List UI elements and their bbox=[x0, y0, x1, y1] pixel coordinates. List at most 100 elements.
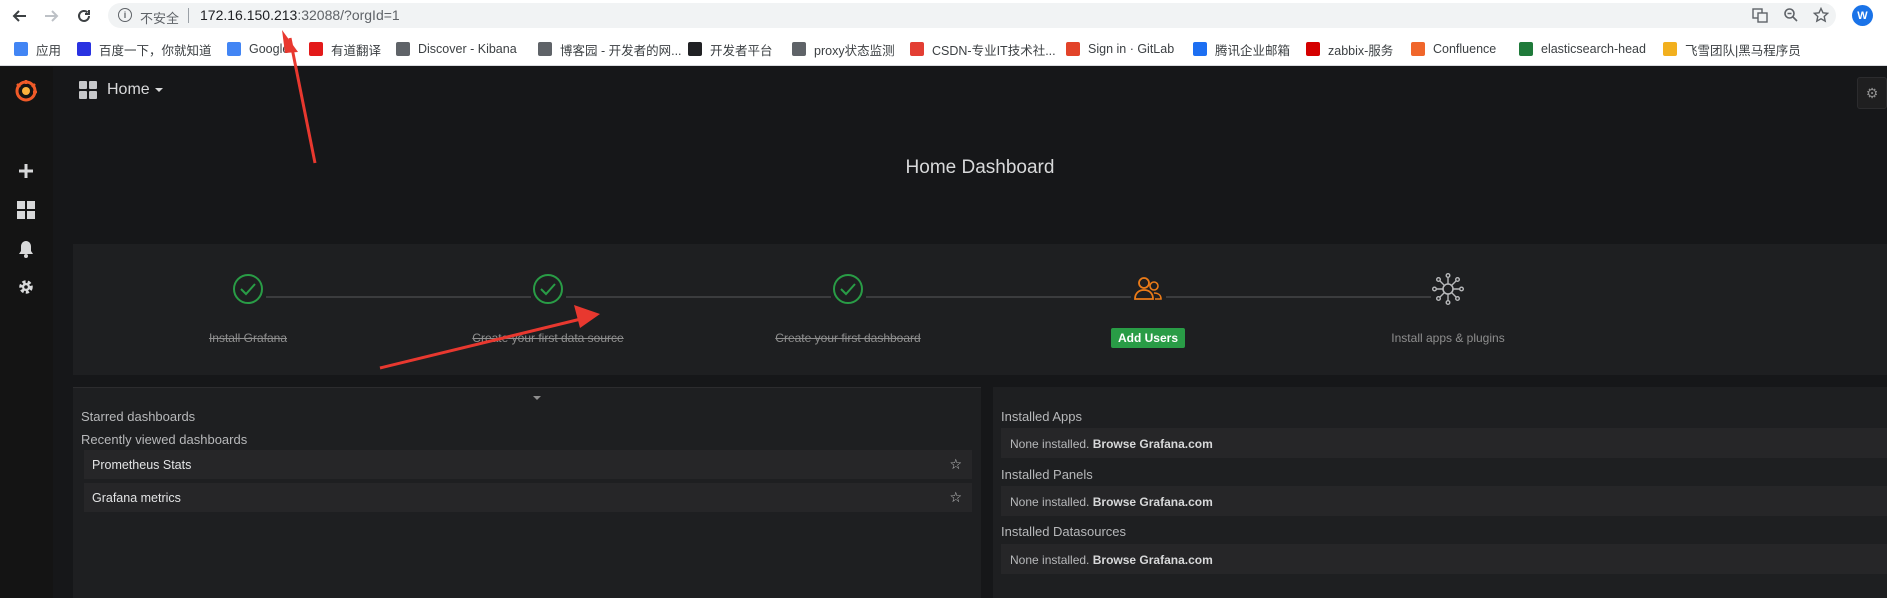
bookmark-item[interactable]: 百度一下，你就知道 bbox=[77, 40, 212, 58]
step-label: Install Grafana bbox=[208, 331, 288, 345]
step-label: Create your first dashboard bbox=[775, 331, 921, 345]
elasticsearch-icon bbox=[1519, 42, 1533, 56]
bookmark-item[interactable]: Confluence bbox=[1411, 40, 1496, 58]
star-icon[interactable]: ☆ bbox=[949, 489, 962, 506]
csdn-icon bbox=[910, 42, 924, 56]
browser-toolbar: i 不安全 172.16.150.213:32088/?orgId=1 W bbox=[0, 0, 1887, 31]
address-separator bbox=[188, 8, 189, 23]
none-installed-text: None installed. bbox=[1010, 437, 1090, 451]
installed-panels-heading: Installed Panels bbox=[1001, 467, 1093, 482]
youdao-icon bbox=[309, 42, 323, 56]
reload-icon[interactable] bbox=[73, 5, 95, 27]
bookmark-label: 博客园 - 开发者的网... bbox=[560, 43, 682, 58]
dashboard-picker[interactable]: Home bbox=[79, 81, 163, 99]
gear-icon: ⚙ bbox=[1865, 84, 1879, 101]
bell-icon[interactable] bbox=[14, 237, 38, 261]
bookmark-item[interactable]: 腾讯企业邮箱 bbox=[1193, 40, 1290, 58]
profile-avatar[interactable]: W bbox=[1852, 5, 1873, 26]
list-item[interactable]: Prometheus Stats ☆ bbox=[84, 450, 972, 479]
baidu-icon bbox=[77, 42, 91, 56]
bookmark-item[interactable]: 飞雪团队|黑马程序员 bbox=[1663, 40, 1801, 58]
step-install-grafana: Install Grafana bbox=[128, 272, 368, 345]
trophy-icon bbox=[1663, 42, 1677, 56]
dashboard-link[interactable]: Grafana metrics bbox=[92, 491, 181, 505]
bookmark-item[interactable]: Google bbox=[227, 40, 289, 58]
plugins-icon bbox=[1431, 272, 1465, 306]
dashboards-grid-icon bbox=[79, 81, 97, 99]
security-status[interactable]: 不安全 bbox=[140, 8, 179, 27]
step-add-users: Add Users bbox=[1028, 272, 1268, 348]
bookmark-item[interactable]: CSDN-专业IT技术社... bbox=[910, 40, 1056, 58]
grafana-sidebar bbox=[0, 67, 53, 598]
check-circle-icon bbox=[531, 272, 565, 306]
dashboards-icon[interactable] bbox=[14, 198, 38, 222]
panel-menu-caret-icon[interactable] bbox=[533, 396, 541, 400]
step-label: Create your first data source bbox=[472, 331, 624, 345]
browse-grafana-link[interactable]: Browse Grafana.com bbox=[1093, 495, 1213, 509]
bookmark-item[interactable]: 应用 bbox=[14, 40, 61, 58]
tencent-mail-icon bbox=[1193, 42, 1207, 56]
info-icon[interactable]: i bbox=[118, 8, 132, 22]
browse-grafana-link[interactable]: Browse Grafana.com bbox=[1093, 553, 1213, 567]
address-url[interactable]: 172.16.150.213:32088/?orgId=1 bbox=[200, 7, 400, 23]
step-data-source: Create your first data source bbox=[428, 272, 668, 345]
zabbix-icon bbox=[1306, 42, 1320, 56]
check-circle-icon bbox=[831, 272, 865, 306]
dashboard-settings-button[interactable]: ⚙ bbox=[1857, 77, 1887, 109]
bookmark-item[interactable]: elasticsearch-head bbox=[1519, 40, 1646, 58]
gitlab-icon bbox=[1066, 42, 1080, 56]
address-bar[interactable]: i 不安全 172.16.150.213:32088/?orgId=1 bbox=[108, 3, 1836, 28]
installed-panels-row: None installed. Browse Grafana.com bbox=[1001, 486, 1887, 516]
page-icon bbox=[396, 42, 410, 56]
zoom-icon[interactable] bbox=[1783, 7, 1799, 26]
bookmark-item[interactable]: Discover - Kibana bbox=[396, 40, 517, 58]
page-title: Home Dashboard bbox=[905, 157, 1055, 178]
translate-icon[interactable] bbox=[1752, 7, 1768, 26]
bookmark-item[interactable]: 开发者平台 bbox=[688, 40, 773, 58]
google-icon bbox=[227, 42, 241, 56]
grafana-logo-icon[interactable] bbox=[12, 77, 40, 105]
back-arrow-icon[interactable] bbox=[9, 5, 31, 27]
bookmark-item[interactable]: zabbix-服务 bbox=[1306, 40, 1393, 58]
caret-down-icon bbox=[154, 88, 163, 92]
browse-grafana-link[interactable]: Browse Grafana.com bbox=[1093, 437, 1213, 451]
page-icon bbox=[792, 42, 806, 56]
star-icon[interactable]: ☆ bbox=[949, 456, 962, 473]
gear-icon[interactable] bbox=[14, 275, 38, 299]
step-install-plugins: Install apps & plugins bbox=[1328, 272, 1568, 345]
confluence-icon bbox=[1411, 42, 1425, 56]
plus-icon[interactable] bbox=[14, 159, 38, 183]
bookmark-label: 百度一下，你就知道 bbox=[99, 43, 212, 58]
bookmark-item[interactable]: Sign in · GitLab bbox=[1066, 40, 1174, 58]
installed-datasources-row: None installed. Browse Grafana.com bbox=[1001, 544, 1887, 574]
url-host: 172.16.150.213 bbox=[200, 7, 298, 23]
bookmark-label: zabbix-服务 bbox=[1328, 43, 1394, 58]
dashboard-link[interactable]: Prometheus Stats bbox=[92, 458, 191, 472]
step-label[interactable]: Install apps & plugins bbox=[1328, 331, 1568, 345]
starred-heading: Starred dashboards bbox=[81, 409, 196, 424]
dev-platform-icon bbox=[688, 42, 702, 56]
bookmarks-bar: 应用 百度一下，你就知道 Google 有道翻译 Discover - Kibana 博客… bbox=[0, 31, 1887, 66]
forward-arrow-icon[interactable] bbox=[40, 5, 62, 27]
list-item[interactable]: Grafana metrics ☆ bbox=[84, 483, 972, 512]
bookmark-item[interactable]: 有道翻译 bbox=[309, 40, 381, 58]
bookmark-label: Google bbox=[249, 42, 290, 56]
bookmark-label: 有道翻译 bbox=[331, 43, 382, 58]
none-installed-text: None installed. bbox=[1010, 553, 1090, 567]
bookmark-label: CSDN-专业IT技术社... bbox=[932, 43, 1056, 58]
bookmark-star-icon[interactable] bbox=[1812, 6, 1830, 26]
none-installed-text: None installed. bbox=[1010, 495, 1090, 509]
cnblogs-icon bbox=[538, 42, 552, 56]
bookmark-label: elasticsearch-head bbox=[1541, 42, 1646, 56]
grafana-main: Home ⚙ Home Dashboard Install Grafana Cr… bbox=[53, 67, 1887, 598]
users-icon bbox=[1131, 272, 1165, 306]
bookmark-label: Discover - Kibana bbox=[418, 42, 517, 56]
bookmark-item[interactable]: proxy状态监测 bbox=[792, 40, 895, 58]
bookmark-label: Sign in · GitLab bbox=[1088, 42, 1175, 56]
add-users-button[interactable]: Add Users bbox=[1110, 328, 1186, 348]
installed-apps-row: None installed. Browse Grafana.com bbox=[1001, 428, 1887, 458]
dashboard-list-panel: Starred dashboards Recently viewed dashb… bbox=[73, 387, 981, 598]
apps-grid-icon bbox=[14, 42, 28, 56]
bookmark-item[interactable]: 博客园 - 开发者的网... bbox=[538, 40, 682, 58]
bookmark-label: 飞雪团队|黑马程序员 bbox=[1685, 43, 1801, 58]
